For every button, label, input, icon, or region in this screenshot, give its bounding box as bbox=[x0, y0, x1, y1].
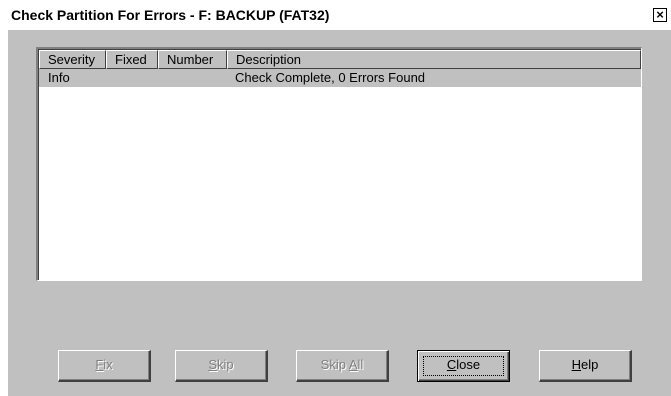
column-header-fixed[interactable]: Fixed bbox=[106, 50, 158, 69]
list-header: Severity Fixed Number Description bbox=[39, 50, 641, 69]
close-icon[interactable]: × bbox=[653, 8, 667, 22]
dialog-window: Check Partition For Errors - F: BACKUP (… bbox=[0, 0, 671, 396]
list-row[interactable]: Info Check Complete, 0 Errors Found bbox=[39, 69, 641, 87]
skip-all-button[interactable]: Skip All bbox=[296, 350, 389, 382]
results-list[interactable]: Severity Fixed Number Description Info C… bbox=[36, 47, 642, 281]
column-header-description[interactable]: Description bbox=[227, 50, 641, 69]
fix-button[interactable]: Fix bbox=[58, 350, 151, 382]
column-header-severity[interactable]: Severity bbox=[39, 50, 106, 69]
skip-button[interactable]: Skip bbox=[175, 350, 268, 382]
window-title: Check Partition For Errors - F: BACKUP (… bbox=[11, 7, 330, 23]
close-button[interactable]: Close bbox=[417, 350, 510, 382]
left-edge bbox=[0, 30, 8, 396]
help-button[interactable]: Help bbox=[539, 350, 632, 382]
column-header-number[interactable]: Number bbox=[158, 50, 227, 69]
row-severity: Info bbox=[48, 70, 70, 85]
title-bar[interactable]: Check Partition For Errors - F: BACKUP (… bbox=[0, 0, 671, 30]
row-description: Check Complete, 0 Errors Found bbox=[235, 70, 426, 85]
